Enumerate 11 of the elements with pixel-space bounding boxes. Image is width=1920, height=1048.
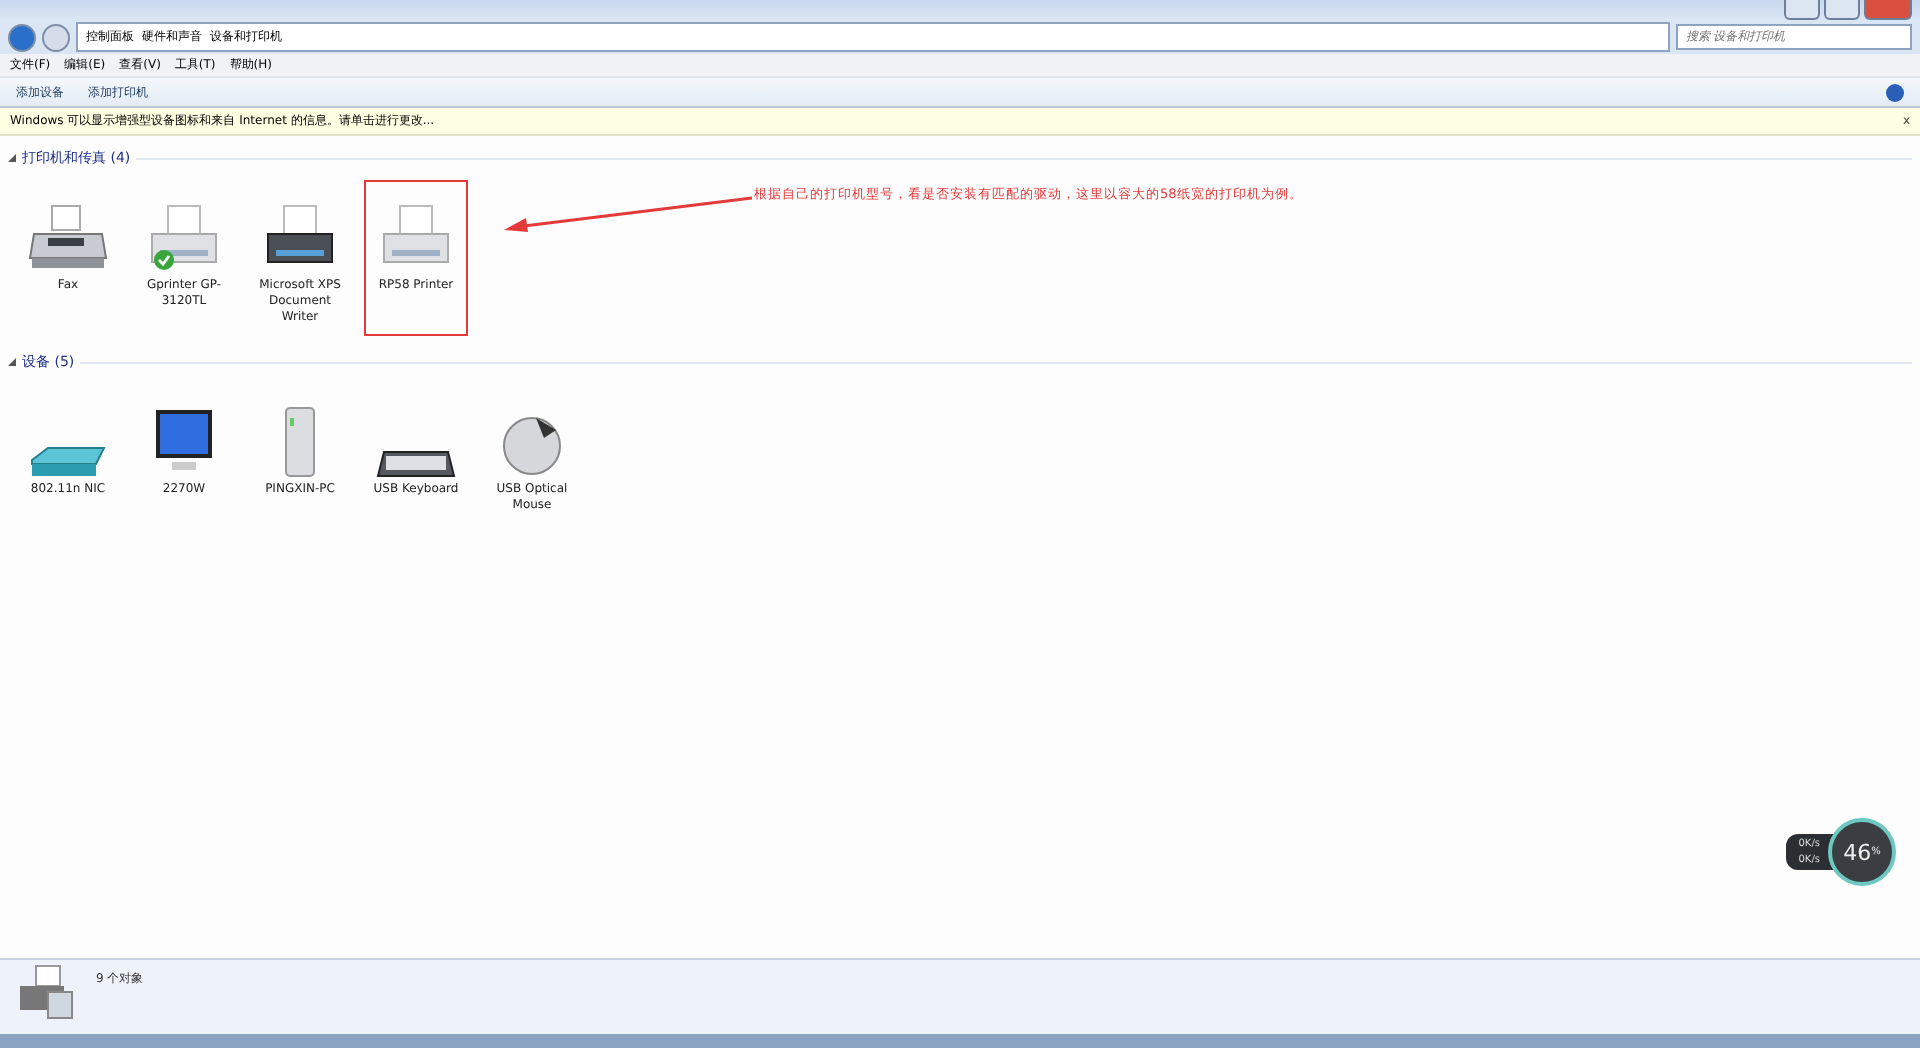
help-icon[interactable] [1886, 83, 1904, 101]
keyboard-icon [376, 450, 456, 478]
printer-icon [16, 964, 76, 1020]
fax-machine-icon [28, 202, 108, 274]
collapse-triangle-icon[interactable] [8, 154, 16, 162]
back-button[interactable] [8, 23, 36, 51]
maximize-button[interactable] [1824, 0, 1860, 20]
router-icon [28, 446, 108, 478]
minimize-button[interactable] [1784, 0, 1820, 20]
collapse-triangle-icon[interactable] [8, 358, 16, 366]
forward-button[interactable] [42, 23, 70, 51]
